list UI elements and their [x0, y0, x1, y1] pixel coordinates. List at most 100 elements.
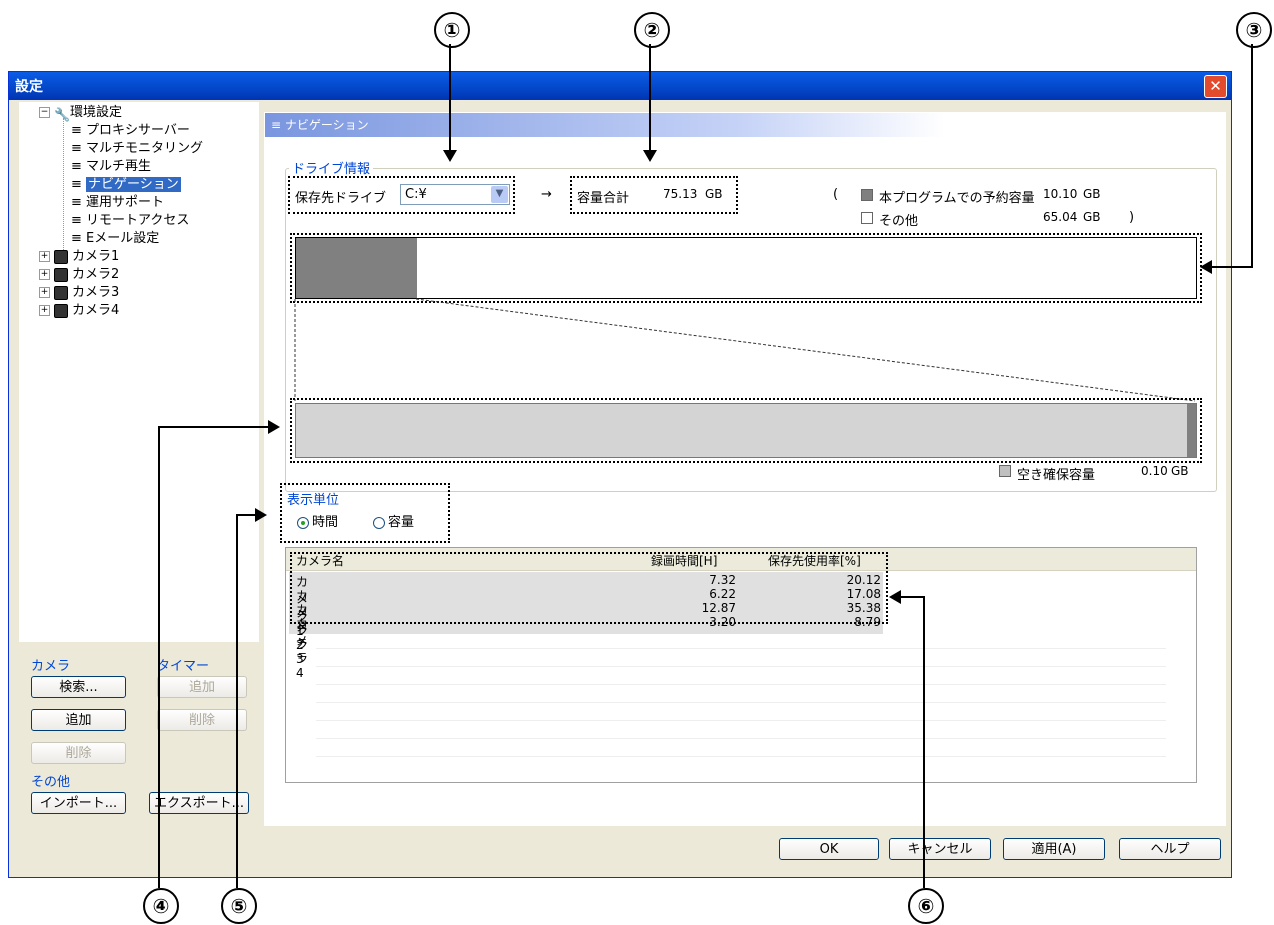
arrow-4-head: [268, 420, 280, 434]
free-legend-swatch: [999, 465, 1011, 477]
wrench-icon: 🔧: [54, 107, 71, 123]
apply-button[interactable]: 適用(A): [1003, 838, 1105, 860]
free-label: 空き確保容量: [1017, 468, 1096, 483]
tree-item-proxy[interactable]: ≡ プロキシサーバー: [71, 122, 190, 140]
tree-item-multiplay[interactable]: ≡ マルチ再生: [71, 158, 151, 176]
list-icon: ≡: [71, 123, 87, 138]
tree-item-navigation[interactable]: ≡ ナビゲーション: [71, 176, 181, 194]
arrow-4-line-h: [158, 426, 270, 428]
arrow-6-head: [889, 590, 901, 604]
radio-selected-icon: [297, 516, 309, 529]
list-icon: ≡: [71, 231, 87, 246]
unit-time-radio[interactable]: 時間: [297, 511, 338, 530]
tree-item-support[interactable]: ≡ 運用サポート: [71, 194, 164, 212]
list-icon: ≡: [71, 177, 87, 192]
arrow-4-line-v: [158, 426, 160, 888]
callout-4: ④: [143, 888, 179, 924]
tree-label: カメラ4: [72, 303, 120, 318]
arrow-5-line-h: [236, 514, 256, 516]
cell-camera: カメラ4: [296, 617, 309, 680]
expand-icon[interactable]: +: [39, 269, 50, 280]
grid-line: [316, 648, 1166, 649]
unit-capacity-label: 容量: [388, 515, 415, 530]
export-button[interactable]: エクスポート...: [149, 792, 249, 814]
arrow-3-line-h: [1212, 266, 1253, 268]
tree-label: ナビゲーション: [86, 177, 181, 192]
add-camera-button[interactable]: 追加: [31, 709, 126, 731]
import-button[interactable]: インポート...: [31, 792, 126, 814]
search-button[interactable]: 検索...: [31, 676, 126, 698]
window-title: 設定: [15, 79, 43, 95]
settings-tree: − 🔧環境設定 ≡ プロキシサーバー ≡ マルチモニタリング ≡ マルチ再生 ≡ …: [19, 102, 259, 642]
timer-add-button[interactable]: 追加: [157, 676, 247, 698]
arrow-6-line-h: [900, 596, 925, 598]
title-bar: 設定 ✕: [9, 72, 1231, 100]
tree-item-camera3[interactable]: + カメラ3: [39, 284, 119, 302]
expand-icon[interactable]: +: [39, 287, 50, 298]
camera-icon: [54, 303, 68, 318]
tree-label: リモートアクセス: [86, 213, 190, 228]
free-reserve-fill: [1187, 404, 1196, 457]
help-button[interactable]: ヘルプ: [1119, 838, 1221, 860]
cancel-button[interactable]: キャンセル: [889, 838, 991, 860]
callout-2: ②: [634, 12, 670, 48]
timer-group-label: タイマー: [157, 659, 210, 674]
arrow-2-head: [643, 150, 657, 162]
tree-item-camera1[interactable]: + カメラ1: [39, 248, 119, 266]
callout-3: ③: [1236, 12, 1272, 48]
callout-1: ①: [434, 12, 470, 48]
grid-line: [316, 684, 1166, 685]
grid-line: [316, 702, 1166, 703]
ok-button[interactable]: OK: [779, 838, 879, 860]
tree-label: カメラ3: [72, 285, 120, 300]
arrow-6-line-v: [923, 596, 925, 888]
tree-label: Eメール設定: [86, 231, 160, 246]
collapse-icon[interactable]: −: [39, 107, 50, 118]
tree-label: プロキシサーバー: [86, 123, 190, 138]
radio-icon: [373, 516, 385, 529]
tree-item-multimonitor[interactable]: ≡ マルチモニタリング: [71, 140, 203, 158]
tree-label: 運用サポート: [86, 195, 165, 210]
tree-item-email[interactable]: ≡ Eメール設定: [71, 230, 159, 248]
arrow-3-head: [1200, 260, 1212, 274]
close-icon[interactable]: ✕: [1204, 75, 1227, 98]
callout-6: ⑥: [908, 888, 944, 924]
timer-delete-button[interactable]: 削除: [157, 709, 247, 731]
camera-icon: [54, 267, 68, 282]
unit-legend: 表示単位: [287, 493, 340, 508]
camera-group-label: カメラ: [31, 659, 71, 674]
left-button-panel: カメラ タイマー 検索... 追加 追加 削除 削除 その他 インポート... …: [19, 647, 259, 857]
free-value: 0.10: [1141, 464, 1168, 478]
unit-capacity-radio[interactable]: 容量: [373, 511, 414, 530]
tree-label: マルチモニタリング: [86, 141, 204, 156]
arrow-3-line-v: [1251, 44, 1253, 268]
navigation-panel: ≡ ナビゲーション ドライブ情報 保存先ドライブ C:¥ ▼ → 容量合計 75…: [264, 112, 1226, 826]
expand-icon[interactable]: +: [39, 251, 50, 262]
tree-label: マルチ再生: [86, 159, 152, 174]
delete-camera-button[interactable]: 削除: [31, 742, 126, 764]
tree-item-preferences[interactable]: − 🔧環境設定: [39, 104, 122, 123]
arrow-5-line-v: [236, 514, 238, 888]
arrow-1-line: [449, 44, 451, 152]
tree-label: カメラ2: [72, 267, 120, 282]
list-icon: ≡: [71, 141, 87, 156]
tree-connector: [63, 118, 64, 256]
grid-line: [316, 738, 1166, 739]
expand-icon[interactable]: +: [39, 305, 50, 316]
zoom-line-right: [415, 298, 1196, 402]
settings-dialog: 設定 ✕ − 🔧環境設定 ≡ プロキシサーバー ≡ マルチモニタリング ≡ マルチ…: [8, 71, 1232, 878]
tree-item-camera2[interactable]: + カメラ2: [39, 266, 119, 284]
grid-line: [316, 756, 1166, 757]
free-unit: GB: [1171, 464, 1189, 478]
callout-5: ⑤: [221, 888, 257, 924]
tree-item-camera4[interactable]: + カメラ4: [39, 302, 119, 320]
arrow-1-head: [443, 150, 457, 162]
grid-line: [316, 720, 1166, 721]
other-group-label: その他: [31, 775, 71, 790]
list-icon: ≡: [71, 159, 87, 174]
camera-icon: [54, 285, 68, 300]
arrow-2-line: [649, 44, 651, 152]
callout-6-box: [290, 552, 888, 624]
tree-item-remote[interactable]: ≡ リモートアクセス: [71, 212, 189, 230]
reserved-zoom-bar: [295, 403, 1197, 458]
